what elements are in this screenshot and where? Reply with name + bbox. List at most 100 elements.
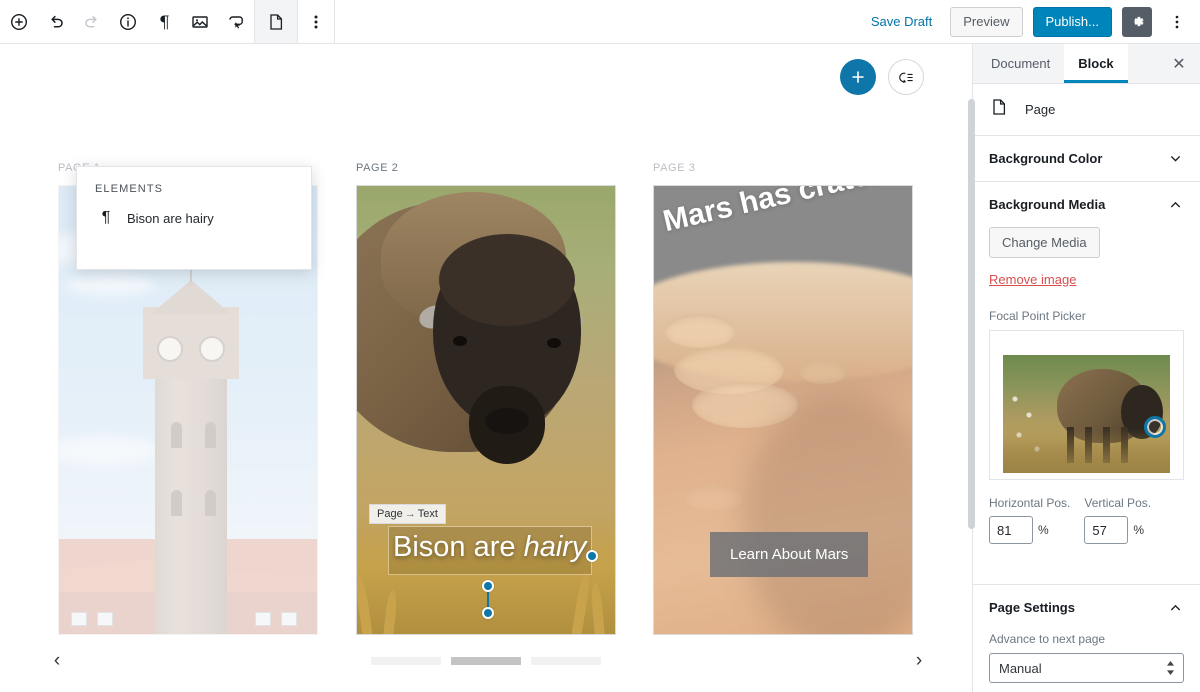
page-2-text[interactable]: Bison are hairy bbox=[393, 531, 586, 564]
next-page-icon[interactable]: › bbox=[902, 644, 936, 678]
story-editor: ¶ Save Draft Preview Publish... PAGE PAG… bbox=[0, 0, 1200, 692]
previous-page-icon[interactable]: ‹ bbox=[40, 644, 74, 678]
cloud-shape bbox=[65, 274, 155, 296]
page-label-3: PAGE 3 bbox=[653, 162, 696, 174]
building-window bbox=[71, 612, 87, 626]
page-2-text-plain: Bison are bbox=[393, 531, 524, 563]
toolbar-tools: ¶ bbox=[0, 0, 335, 43]
page-indicator-2[interactable] bbox=[451, 657, 521, 665]
gear-icon[interactable] bbox=[1122, 6, 1152, 37]
bison-forehead bbox=[439, 234, 575, 326]
editor-toolbar: ¶ Save Draft Preview Publish... bbox=[0, 0, 1200, 44]
canvas-actions bbox=[840, 59, 924, 95]
panel-page-settings: Page Settings Advance to next page Manua… bbox=[973, 585, 1200, 692]
add-block-icon[interactable] bbox=[0, 0, 38, 43]
advance-to-next-page-label: Advance to next page bbox=[989, 632, 1106, 646]
paragraph-icon: ¶ bbox=[101, 209, 111, 226]
learn-about-mars-button[interactable]: Learn About Mars bbox=[710, 532, 869, 577]
change-media-button[interactable]: Change Media bbox=[989, 227, 1100, 258]
elements-popover: ELEMENTS ¶ Bison are hairy bbox=[76, 166, 312, 270]
vertical-position-label: Vertical Pos. bbox=[1084, 496, 1152, 510]
horizontal-percent-symbol: % bbox=[1038, 523, 1049, 537]
publish-button[interactable]: Publish... bbox=[1032, 6, 1112, 37]
remove-image-link[interactable]: Remove image bbox=[989, 272, 1076, 287]
rotate-handle[interactable] bbox=[482, 607, 494, 619]
preview-button[interactable]: Preview bbox=[950, 6, 1023, 37]
story-canvas: PAGE 1 bbox=[0, 44, 972, 692]
page-preview-2[interactable]: Bison are hairy Page → Text bbox=[356, 185, 616, 635]
breadcrumb[interactable]: Page → Text bbox=[369, 504, 446, 524]
tower-window bbox=[205, 490, 216, 516]
page-2-text-italic: hairy bbox=[523, 531, 587, 563]
grass-foreground bbox=[1003, 429, 1170, 473]
focal-point-marker[interactable] bbox=[1144, 416, 1166, 438]
elements-list-item[interactable]: ¶ Bison are hairy bbox=[77, 195, 311, 227]
building-window bbox=[281, 612, 297, 626]
add-page-button[interactable] bbox=[840, 59, 876, 95]
horizontal-position-input[interactable] bbox=[989, 516, 1033, 544]
undo-icon[interactable] bbox=[38, 0, 74, 43]
breadcrumb-parent: Page bbox=[377, 508, 403, 520]
image-icon[interactable] bbox=[182, 0, 218, 43]
reorder-pages-icon[interactable] bbox=[888, 59, 924, 95]
horizontal-position-group: Horizontal Pos. % bbox=[989, 496, 1070, 544]
tower-window bbox=[171, 422, 182, 448]
panel-background-media: Background Media Change Media Remove ima… bbox=[973, 182, 1200, 585]
svg-text:¶: ¶ bbox=[159, 13, 170, 32]
save-draft-button[interactable]: Save Draft bbox=[863, 8, 940, 35]
bison-eye bbox=[547, 338, 561, 348]
cta-icon[interactable] bbox=[218, 0, 254, 43]
panel-background-color: Background Color bbox=[973, 136, 1200, 182]
toolbar-divider-3 bbox=[334, 0, 335, 43]
tab-document[interactable]: Document bbox=[977, 44, 1064, 83]
panel-background-media-body: Change Media Remove image Focal Point Pi… bbox=[973, 227, 1200, 584]
advance-to-next-page-select[interactable]: Manual bbox=[989, 653, 1184, 683]
sidebar-scrollbar[interactable] bbox=[968, 99, 975, 678]
tab-block[interactable]: Block bbox=[1064, 44, 1128, 83]
page-column-2: PAGE 2 Bison are hairy Page → Text bbox=[356, 162, 616, 635]
page-preview-3[interactable]: Mars has craters Learn About Mars bbox=[653, 185, 913, 635]
selected-block-name: Page bbox=[1025, 102, 1056, 117]
page-icon[interactable] bbox=[255, 0, 297, 43]
tower-roof bbox=[151, 280, 231, 314]
chevron-down-icon bbox=[1167, 150, 1184, 167]
selected-block-card: Page bbox=[973, 84, 1200, 136]
bison-eye bbox=[453, 336, 467, 346]
vertical-position-input[interactable] bbox=[1084, 516, 1129, 544]
crater-shape bbox=[800, 362, 846, 384]
breadcrumb-child: Text bbox=[417, 508, 438, 520]
page-indicators bbox=[371, 657, 601, 665]
vertical-percent-symbol: % bbox=[1133, 523, 1145, 537]
close-icon[interactable]: ✕ bbox=[1162, 47, 1196, 81]
paragraph-icon[interactable]: ¶ bbox=[146, 0, 182, 43]
panel-background-media-header[interactable]: Background Media bbox=[973, 182, 1200, 227]
page-column-3: PAGE 3 Mars has craters Learn About Mars bbox=[653, 162, 913, 635]
crater-shape bbox=[664, 314, 736, 348]
page-indicator-1[interactable] bbox=[371, 657, 441, 665]
advance-select-wrapper: Manual bbox=[989, 653, 1184, 683]
crater-shape bbox=[684, 486, 744, 510]
more-options-icon[interactable] bbox=[1162, 4, 1192, 40]
chevron-up-icon bbox=[1167, 599, 1184, 616]
building-window bbox=[97, 612, 113, 626]
page-navigation: ‹ › bbox=[0, 644, 972, 678]
redo-icon[interactable] bbox=[74, 0, 110, 43]
page-icon bbox=[989, 97, 1009, 122]
page-indicator-3[interactable] bbox=[531, 657, 601, 665]
toolbar-kebab-icon[interactable] bbox=[298, 0, 334, 43]
sidebar-tabs: Document Block ✕ bbox=[973, 44, 1200, 84]
sidebar-scrollbar-thumb[interactable] bbox=[968, 99, 975, 529]
bison-nose bbox=[485, 408, 529, 434]
panel-page-settings-header[interactable]: Page Settings bbox=[973, 585, 1200, 630]
focal-point-picker[interactable] bbox=[989, 330, 1184, 480]
focal-point-picker-label: Focal Point Picker bbox=[989, 309, 1086, 323]
panel-background-color-header[interactable]: Background Color bbox=[973, 136, 1200, 181]
horizontal-position-label: Horizontal Pos. bbox=[989, 496, 1071, 510]
elements-popover-title: ELEMENTS bbox=[95, 183, 164, 195]
panel-page-settings-title: Page Settings bbox=[989, 600, 1075, 615]
resize-handle-right[interactable] bbox=[586, 550, 598, 562]
info-icon[interactable] bbox=[110, 0, 146, 43]
focal-position-fields: Horizontal Pos. % Vertical Pos. % bbox=[989, 496, 1184, 544]
resize-handle-bottom[interactable] bbox=[482, 580, 494, 592]
panel-background-media-title: Background Media bbox=[989, 197, 1106, 212]
